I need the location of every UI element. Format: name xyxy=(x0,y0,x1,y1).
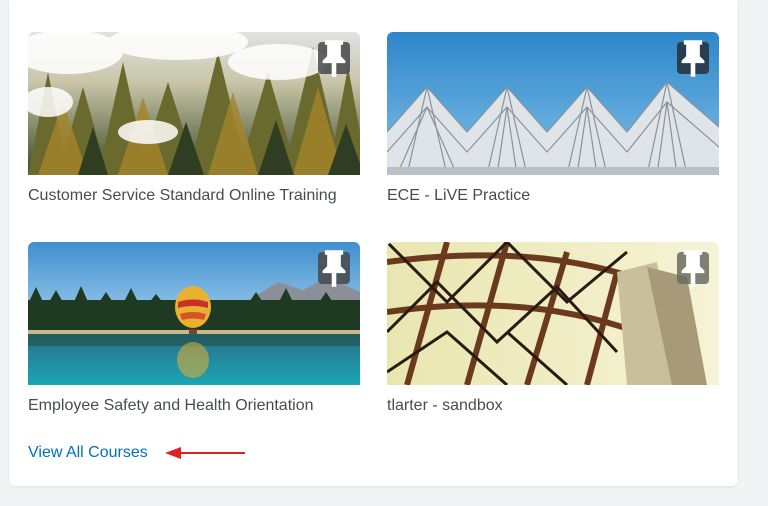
course-card[interactable]: Customer Service Standard Online Trainin… xyxy=(28,32,360,204)
course-card[interactable]: ECE - LiVE Practice xyxy=(387,32,719,204)
course-title[interactable]: ECE - LiVE Practice xyxy=(387,187,530,205)
course-title[interactable]: Employee Safety and Health Orientation xyxy=(28,397,314,415)
pin-button[interactable] xyxy=(318,249,350,287)
my-courses-panel: Customer Service Standard Online Trainin… xyxy=(9,0,738,486)
annotation-arrow-icon xyxy=(165,447,245,459)
course-title[interactable]: tlarter - sandbox xyxy=(387,397,503,415)
pin-icon xyxy=(681,39,705,77)
course-card[interactable]: Employee Safety and Health Orientation xyxy=(28,242,360,414)
pin-icon xyxy=(322,39,346,77)
pin-icon xyxy=(322,249,346,287)
course-image-bridge-girders[interactable] xyxy=(387,242,719,385)
course-image-steel-canopy[interactable] xyxy=(387,32,719,175)
pin-icon xyxy=(681,249,705,287)
course-image-foggy-forest[interactable] xyxy=(28,32,360,175)
pin-button[interactable] xyxy=(318,39,350,77)
course-card[interactable]: tlarter - sandbox xyxy=(387,242,719,414)
course-title[interactable]: Customer Service Standard Online Trainin… xyxy=(28,187,337,205)
pin-button[interactable] xyxy=(677,249,709,287)
view-all-courses-link[interactable]: View All Courses xyxy=(28,444,148,462)
pin-button[interactable] xyxy=(677,39,709,77)
course-image-balloon-lake[interactable] xyxy=(28,242,360,385)
